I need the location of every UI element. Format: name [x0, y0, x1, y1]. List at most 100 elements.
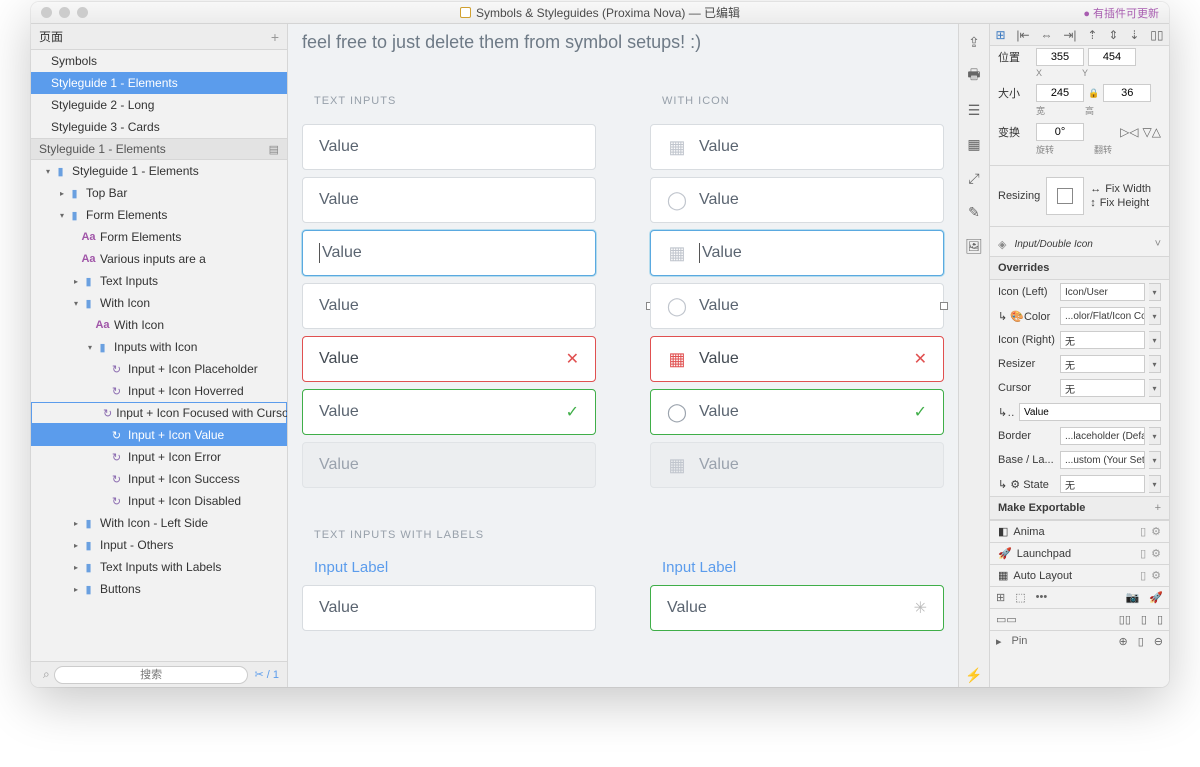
page-styleguide2[interactable]: Styleguide 2 - Long: [31, 94, 287, 116]
add-export-button[interactable]: +: [1155, 502, 1161, 514]
add-page-button[interactable]: +: [271, 29, 279, 45]
chevron-right-icon[interactable]: ▸: [996, 635, 1002, 648]
input-success[interactable]: Value✓: [302, 389, 596, 435]
layer-row[interactable]: ▾▮Form Elements: [31, 204, 287, 226]
override-select[interactable]: ...ustom (Your Setup): [1060, 451, 1145, 469]
plugin-panel[interactable]: ◧Anima▯⚙: [990, 520, 1169, 542]
layer-row[interactable]: ▸AaWith Icon: [31, 314, 287, 336]
layer-row[interactable]: ▸↻Input + Icon Value: [31, 424, 287, 446]
image-icon[interactable]: 🖼: [962, 234, 986, 258]
input-icon-success[interactable]: ◯Value✓: [650, 389, 944, 435]
page-styleguide3[interactable]: Styleguide 3 - Cards: [31, 116, 287, 138]
artboard-picker-icon[interactable]: ▤: [269, 143, 279, 156]
layer-row[interactable]: ▸↻Input + Icon Success: [31, 468, 287, 490]
minimize-window-button[interactable]: [59, 7, 70, 18]
layer-row[interactable]: ▸▮Text Inputs with Labels: [31, 556, 287, 578]
plugin-toggle-icon[interactable]: ▯: [1140, 547, 1146, 560]
tool-grid-icon[interactable]: ⊞: [996, 591, 1005, 604]
chevron-down-icon[interactable]: ▾: [1149, 355, 1161, 373]
layer-row[interactable]: ▸↻Input + Icon Placeholder: [31, 358, 287, 380]
gear-icon[interactable]: ⚙: [1151, 569, 1161, 582]
layout-pages-icon[interactable]: ▭▭: [996, 613, 1017, 626]
input-icon-placeholder[interactable]: ▦Value: [650, 124, 944, 170]
align-hcenter-icon[interactable]: ⇔: [1040, 28, 1052, 42]
input-icon-focused[interactable]: ▦Value: [650, 230, 944, 276]
flip-v-icon[interactable]: ▽△: [1143, 125, 1161, 139]
gear-icon[interactable]: ⚙: [1151, 525, 1161, 538]
chevron-down-icon[interactable]: ▾: [1149, 331, 1161, 349]
input-error[interactable]: Value✕: [302, 336, 596, 382]
expand-icon[interactable]: ⤢: [962, 166, 986, 190]
input-focused[interactable]: Value: [302, 230, 596, 276]
lock-icon[interactable]: 🔒: [1088, 88, 1099, 99]
selected-symbol-instance[interactable]: ◯Value: [650, 283, 944, 329]
pin-label[interactable]: Pin: [1012, 635, 1028, 648]
magic-icon[interactable]: ✎: [962, 200, 986, 224]
labeled-input-left[interactable]: Value: [302, 585, 596, 631]
layer-row[interactable]: ▸↻Input + Icon Disabled: [31, 490, 287, 512]
pin-center-icon[interactable]: ▯: [1138, 635, 1144, 648]
pin-corners-icon[interactable]: ⊕: [1119, 635, 1128, 648]
device-tablet-icon[interactable]: ▯: [1141, 613, 1147, 626]
close-window-button[interactable]: [41, 7, 52, 18]
chevron-down-icon[interactable]: ▾: [1149, 283, 1161, 301]
input-icon-value[interactable]: ◯Value: [650, 283, 944, 329]
canvas[interactable]: feel free to just delete them from symbo…: [288, 24, 958, 687]
chevron-down-icon[interactable]: ▾: [1149, 427, 1161, 445]
resizing-constraints[interactable]: [1046, 177, 1084, 215]
override-select[interactable]: 无: [1060, 475, 1145, 493]
align-right-icon[interactable]: ⇥|: [1063, 28, 1076, 42]
plugin-panel[interactable]: ▦Auto Layout▯⚙: [990, 564, 1169, 586]
device-responsive-icon[interactable]: ▯▯: [1119, 613, 1131, 626]
bolt-icon[interactable]: ⚡: [962, 663, 986, 687]
device-phone-icon[interactable]: ▯: [1157, 613, 1163, 626]
symbol-name[interactable]: Input/Double Icon: [1010, 235, 1150, 253]
grid-icon[interactable]: ▦: [962, 132, 986, 156]
align-group-icon[interactable]: ⊞: [995, 28, 1005, 42]
input-placeholder[interactable]: Value: [302, 124, 596, 170]
override-select[interactable]: ...olor/Flat/Icon Color: [1060, 307, 1145, 325]
override-input[interactable]: [1019, 403, 1161, 421]
layer-row[interactable]: ▾▮Styleguide 1 - Elements: [31, 160, 287, 182]
chevron-down-icon[interactable]: ▾: [1149, 379, 1161, 397]
layer-row[interactable]: ▾▮With Icon: [31, 292, 287, 314]
layer-row[interactable]: ▸↻Input + Icon Error: [31, 446, 287, 468]
align-vcenter-icon[interactable]: ⇕: [1108, 28, 1118, 42]
width-input[interactable]: [1036, 84, 1084, 102]
layer-search-input[interactable]: [54, 666, 249, 684]
layer-row[interactable]: ▸AaVarious inputs are a: [31, 248, 287, 270]
align-left-icon[interactable]: |⇤: [1016, 28, 1029, 42]
align-top-icon[interactable]: ⇡: [1087, 28, 1097, 42]
layer-row[interactable]: ▸▮Buttons: [31, 578, 287, 600]
flip-h-icon[interactable]: ▷◁: [1120, 125, 1138, 139]
chevron-down-icon[interactable]: ˅: [1155, 238, 1161, 250]
override-select[interactable]: 无: [1060, 379, 1145, 397]
input-value[interactable]: Value: [302, 283, 596, 329]
layer-row[interactable]: ▸▮Text Inputs: [31, 270, 287, 292]
override-select[interactable]: 无: [1060, 331, 1145, 349]
tool-rocket-icon[interactable]: 🚀: [1149, 591, 1163, 604]
share-icon[interactable]: ⇪: [962, 30, 986, 54]
override-select[interactable]: 无: [1060, 355, 1145, 373]
layer-row[interactable]: ▾▮Inputs with Icon: [31, 336, 287, 358]
layer-row[interactable]: ▸AaForm Elements: [31, 226, 287, 248]
override-select[interactable]: ...laceholder (Default): [1060, 427, 1145, 445]
distribute-icon[interactable]: ▯▯: [1150, 28, 1163, 42]
list-icon[interactable]: ☰: [962, 98, 986, 122]
layer-row[interactable]: ▸↻Input + Icon Focused with Cursor: [31, 402, 287, 424]
tool-camera-icon[interactable]: 📷: [1126, 591, 1140, 604]
labeled-input-right[interactable]: Value✳: [650, 585, 944, 631]
x-input[interactable]: [1036, 48, 1084, 66]
input-icon-hover[interactable]: ◯Value: [650, 177, 944, 223]
layer-row[interactable]: ▸▮Input - Others: [31, 534, 287, 556]
plugin-panel[interactable]: 🚀Launchpad▯⚙: [990, 542, 1169, 564]
chevron-down-icon[interactable]: ▾: [1149, 307, 1161, 325]
layer-row[interactable]: ▸▮Top Bar: [31, 182, 287, 204]
rotate-input[interactable]: [1036, 123, 1084, 141]
print-icon[interactable]: 🖶: [962, 64, 986, 88]
override-select[interactable]: Icon/User: [1060, 283, 1145, 301]
plugin-toggle-icon[interactable]: ▯: [1140, 569, 1146, 582]
plugin-toggle-icon[interactable]: ▯: [1140, 525, 1146, 538]
tool-more-icon[interactable]: •••: [1036, 591, 1048, 604]
fix-width-icon[interactable]: ↔: [1090, 183, 1101, 195]
